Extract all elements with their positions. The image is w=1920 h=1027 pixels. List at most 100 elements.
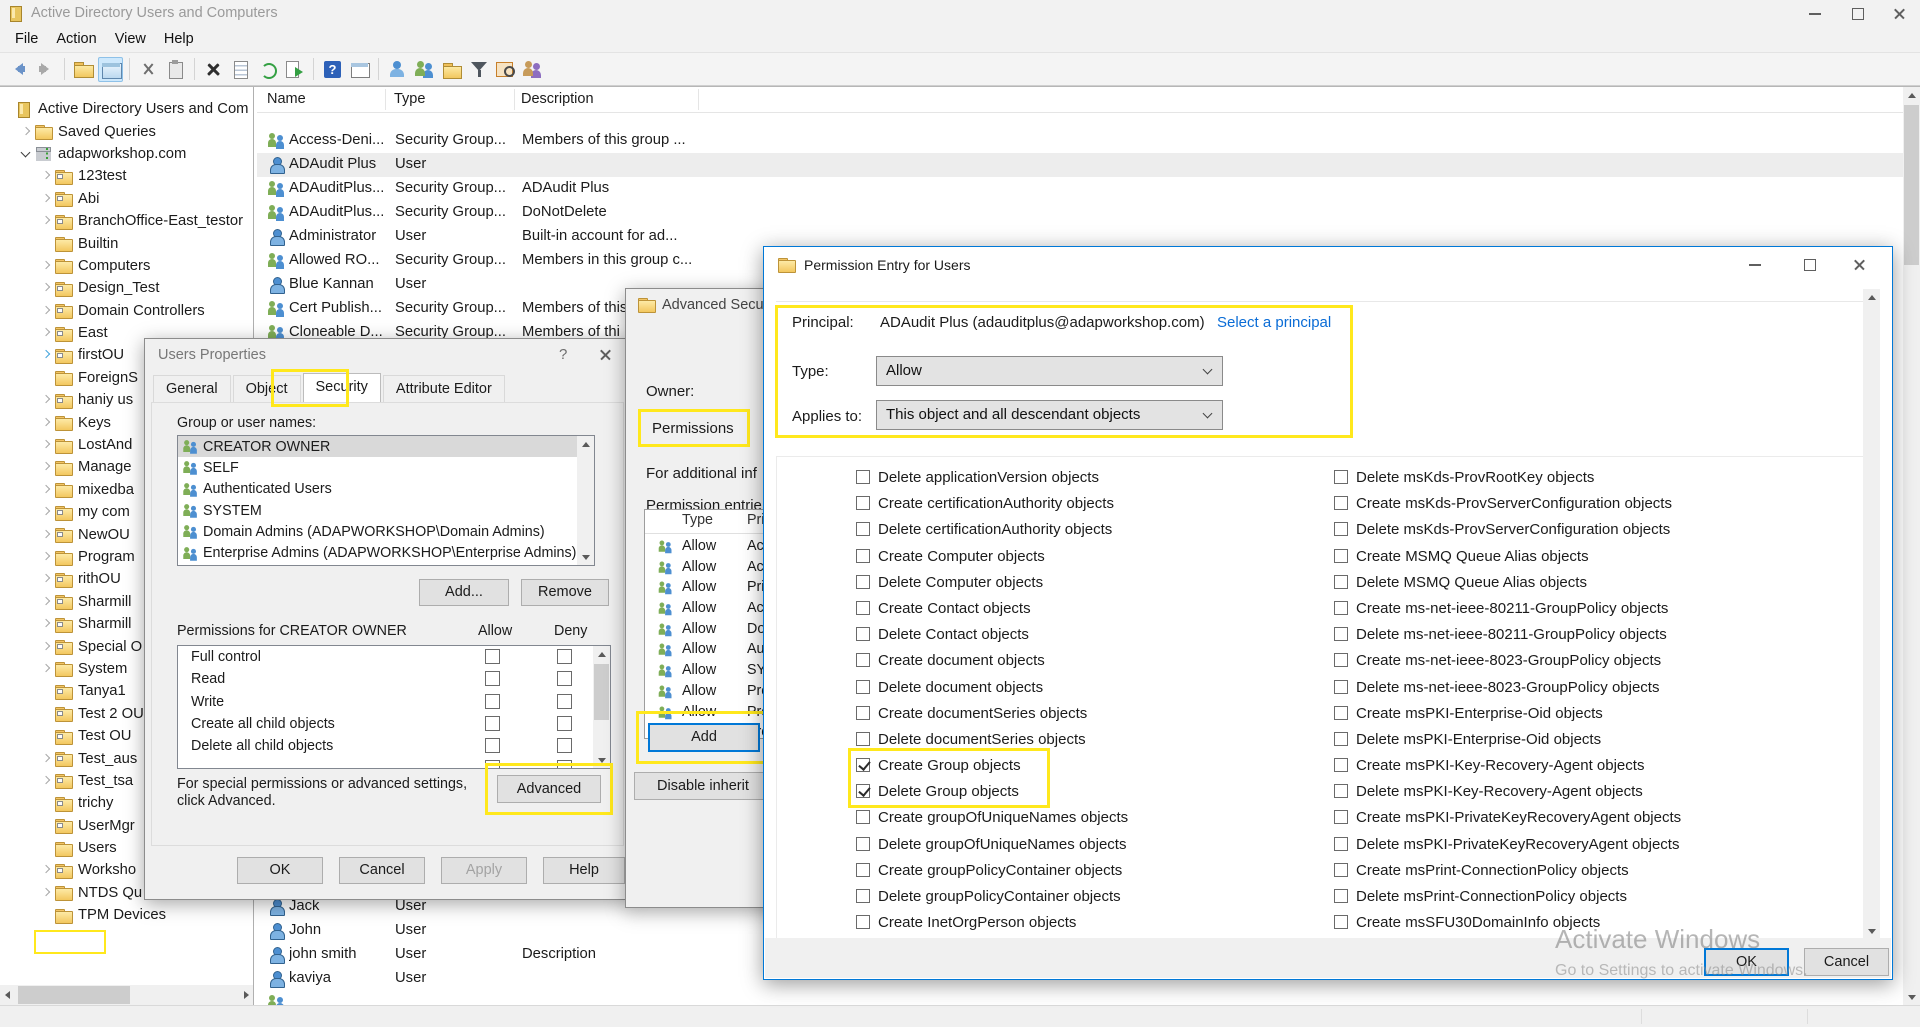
checkbox[interactable] (856, 549, 870, 563)
minimize-icon[interactable] (1794, 0, 1836, 26)
scrollbar-thumb[interactable] (594, 664, 609, 720)
scroll-up-icon[interactable] (1903, 87, 1920, 104)
tab-general[interactable]: General (153, 375, 231, 403)
add-button[interactable]: Add (648, 723, 760, 752)
scroll-down-icon[interactable] (593, 751, 610, 768)
allow-checkbox[interactable] (485, 738, 500, 753)
show-console-tree-icon[interactable] (98, 57, 123, 82)
checkbox[interactable] (1334, 653, 1348, 667)
properties-icon[interactable] (228, 57, 253, 82)
window-icon[interactable] (347, 57, 372, 82)
expander-icon[interactable] (40, 595, 55, 609)
expander-icon[interactable] (40, 550, 55, 564)
up-one-level-icon[interactable] (71, 57, 96, 82)
advanced-button[interactable]: Advanced (497, 775, 601, 803)
checkbox[interactable] (856, 784, 870, 798)
menu-file[interactable]: File (6, 28, 47, 50)
tree-item-123test[interactable]: 123test (0, 165, 253, 187)
expander-icon[interactable] (40, 640, 55, 654)
expander-icon[interactable] (20, 125, 35, 139)
scroll-left-icon[interactable] (0, 986, 17, 1003)
menu-view[interactable]: View (106, 28, 155, 50)
expander-icon[interactable] (40, 460, 55, 474)
ok-button[interactable]: OK (1704, 948, 1789, 976)
tree-item-tpm-devices[interactable]: TPM Devices (0, 904, 253, 926)
new-ou-icon[interactable] (439, 57, 464, 82)
checkbox[interactable] (856, 522, 870, 536)
permissions-list[interactable]: Full controlReadWriteCreate all child ob… (177, 645, 611, 769)
scrollbar-thumb[interactable] (1904, 105, 1919, 265)
checkbox[interactable] (1334, 706, 1348, 720)
tab-permissions[interactable]: Permissions (652, 420, 734, 437)
tree-item-design-test[interactable]: Design_Test (0, 277, 253, 299)
permissions-scrollbar[interactable] (593, 646, 610, 768)
checkbox[interactable] (1334, 522, 1348, 536)
list-row-adaudit-plus[interactable]: ADAudit PlusUser (257, 153, 1903, 177)
restore-icon[interactable] (1836, 0, 1878, 26)
checkbox[interactable] (856, 915, 870, 929)
checkbox[interactable] (1334, 575, 1348, 589)
tree-item-abi[interactable]: Abi (0, 188, 253, 210)
expander-icon[interactable] (40, 348, 55, 362)
expander-icon[interactable] (40, 416, 55, 430)
name-row-self[interactable]: SELF (178, 457, 594, 478)
tab-attribute-editor[interactable]: Attribute Editor (383, 375, 505, 403)
tree-item-builtin[interactable]: Builtin (0, 232, 253, 254)
expander-icon[interactable] (40, 214, 55, 228)
expander-icon[interactable] (40, 528, 55, 542)
expander-icon[interactable] (40, 617, 55, 631)
name-row-domain-admins-adapworkshop-domain-admins[interactable]: Domain Admins (ADAPWORKSHOP\Domain Admin… (178, 521, 594, 542)
expander-icon[interactable] (40, 483, 55, 497)
cancel-button[interactable]: Cancel (1804, 948, 1889, 976)
refresh-icon[interactable] (255, 57, 280, 82)
checkbox[interactable] (856, 680, 870, 694)
expander-icon[interactable] (40, 192, 55, 206)
add-button[interactable]: Add... (419, 579, 509, 606)
help-button[interactable]: Help (543, 857, 625, 884)
checkbox[interactable] (1334, 601, 1348, 615)
list-row-item[interactable] (257, 991, 1903, 1005)
delete-icon[interactable] (201, 57, 226, 82)
scroll-up-icon[interactable] (577, 436, 594, 453)
list-row-access-deni[interactable]: Access-Deni...Security Group...Members o… (257, 129, 1903, 153)
checkbox[interactable] (856, 889, 870, 903)
deny-checkbox[interactable] (557, 760, 572, 769)
column-description[interactable]: Description (521, 91, 594, 107)
name-row-enterprise-admins-adapworkshop-enterprise-admins[interactable]: Enterprise Admins (ADAPWORKSHOP\Enterpri… (178, 542, 594, 563)
expander-icon[interactable] (40, 169, 55, 183)
tree-horizontal-scrollbar[interactable] (0, 985, 254, 1005)
expander-icon[interactable] (40, 505, 55, 519)
allow-checkbox[interactable] (485, 716, 500, 731)
apply-button[interactable]: Apply (441, 857, 527, 884)
checkbox[interactable] (1334, 627, 1348, 641)
ok-button[interactable]: OK (237, 857, 323, 884)
type-column[interactable]: Type (682, 512, 713, 528)
list-row-adauditplus[interactable]: ADAuditPlus...Security Group...DoNotDele… (257, 201, 1903, 225)
name-row-creator-owner[interactable]: CREATOR OWNER (178, 436, 594, 457)
checkbox[interactable] (856, 575, 870, 589)
expander-icon[interactable] (40, 662, 55, 676)
remove-button[interactable]: Remove (521, 579, 609, 606)
close-icon[interactable] (1838, 247, 1884, 281)
checkbox[interactable] (856, 837, 870, 851)
cut-icon[interactable] (136, 57, 161, 82)
expander-icon[interactable] (40, 886, 55, 900)
group-user-names-list[interactable]: CREATOR OWNERSELFAuthenticated UsersSYST… (177, 435, 595, 566)
checkbox[interactable] (856, 706, 870, 720)
forward-icon[interactable] (33, 57, 58, 82)
checkbox[interactable] (1334, 915, 1348, 929)
expander-icon[interactable] (40, 304, 55, 318)
new-user-icon[interactable] (385, 57, 410, 82)
delegate-icon[interactable] (520, 57, 545, 82)
checkbox[interactable] (1334, 863, 1348, 877)
deny-checkbox[interactable] (557, 716, 572, 731)
checkbox[interactable] (1334, 680, 1348, 694)
scroll-up-icon[interactable] (1863, 289, 1880, 306)
expander-icon[interactable] (40, 326, 55, 340)
deny-checkbox[interactable] (557, 649, 572, 664)
principal-column[interactable]: Pri (747, 512, 764, 528)
checkbox[interactable] (1334, 889, 1348, 903)
checkbox[interactable] (856, 758, 870, 772)
deny-checkbox[interactable] (557, 671, 572, 686)
deny-checkbox[interactable] (557, 738, 572, 753)
